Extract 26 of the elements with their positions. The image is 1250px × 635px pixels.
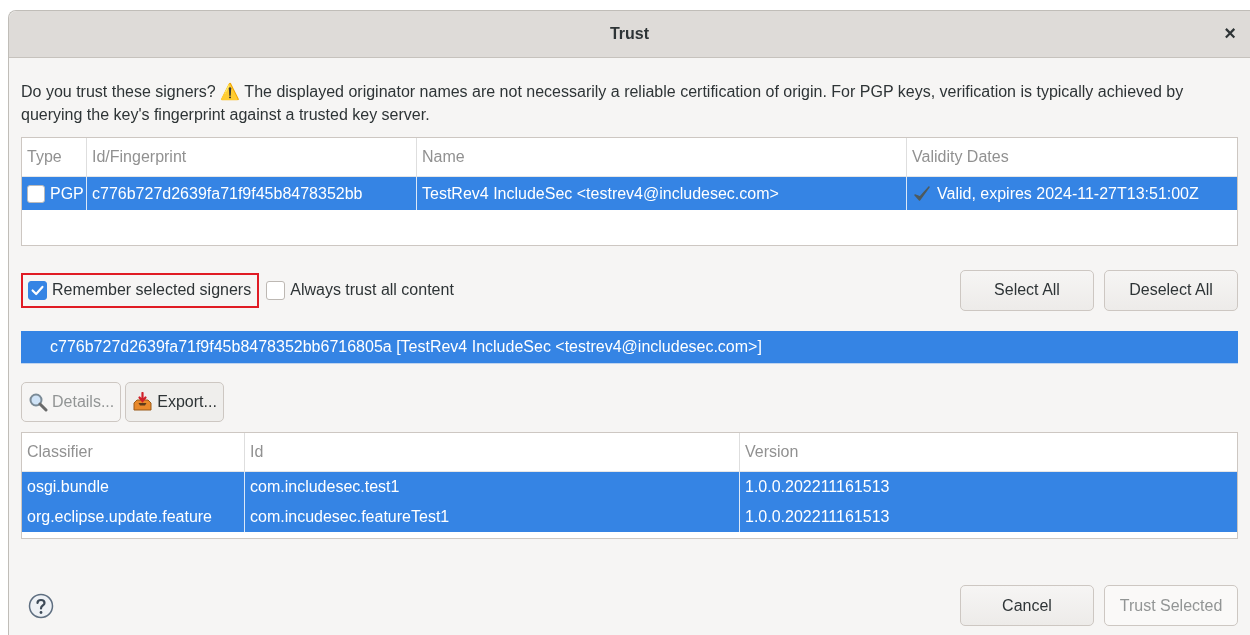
table-cell: TestRev4 IncludeSec <testrev4@includesec.com>: [417, 177, 907, 210]
checkbox[interactable]: [27, 184, 45, 203]
table-cell: c776b727d2639fa71f9f45b8478352bb: [87, 177, 417, 210]
export-button[interactable]: Export...: [125, 382, 224, 422]
search-icon: [28, 392, 48, 412]
checkbox[interactable]: [28, 280, 47, 300]
table-cell: osgi.bundle: [22, 472, 245, 502]
selected-signer-item[interactable]: c776b727d2639fa71f9f45b8478352bb6716805a [TestRev4 IncludeSec <testrev4@includesec.com>]: [21, 331, 1238, 364]
select-all-button[interactable]: Select All: [960, 269, 1094, 311]
table-cell[interactable]: PGP: [22, 177, 87, 210]
tray-icon: [132, 392, 154, 412]
close-button[interactable]: ×: [1224, 23, 1236, 43]
table-cell: org.eclipse.update.feature: [22, 502, 245, 532]
trust-message: Do you trust these signers? ⚠ The displayed originator names are not necessarily a reliable certification of origin. For PGP keys, verification is typically achieved by querying the key's fingerprint against a trusted key server.: [21, 82, 1185, 125]
table-cell: 1.0.0.202211161513: [740, 472, 1237, 502]
help-icon[interactable]: [28, 592, 54, 619]
checkbox-option[interactable]: Always trust all content: [259, 272, 462, 308]
table-cell: com.includesec.test1: [245, 472, 740, 502]
table-cell: 1.0.0.202211161513: [740, 502, 1237, 532]
cancel-button[interactable]: Cancel: [960, 585, 1094, 626]
table-cell: com.incudesec.featureTest1: [245, 502, 740, 532]
highlighted-checkbox-option[interactable]: Remember selected signers: [21, 272, 260, 308]
table-cell: Valid, expires 2024-11-27T13:51:00Z: [907, 177, 1237, 210]
checkbox[interactable]: [266, 280, 286, 300]
window-title: Trust: [609, 25, 650, 43]
deselect-all-button[interactable]: Deselect All: [1104, 269, 1238, 311]
